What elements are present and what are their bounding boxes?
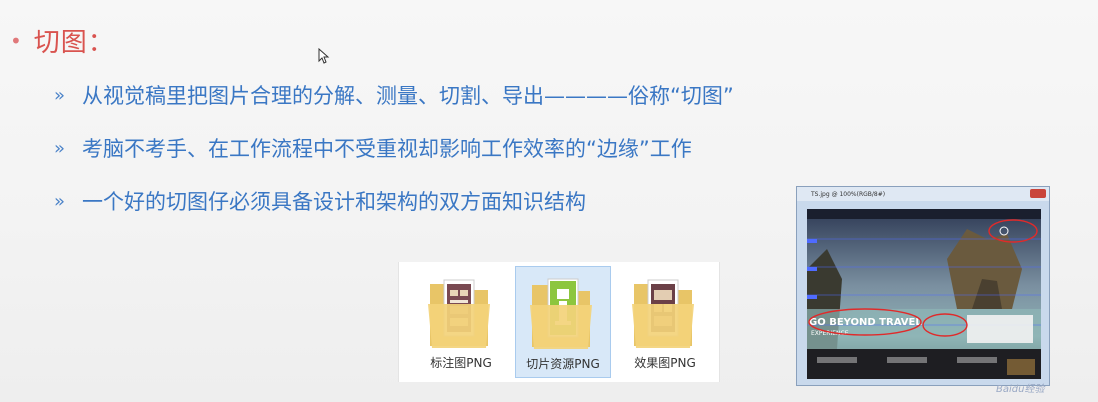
bullet-chevron: »	[54, 84, 66, 106]
bullet-chevron: »	[54, 137, 66, 159]
close-icon[interactable]	[1030, 189, 1046, 198]
landscape-design-image: GO BEYOND TRAVEL EXPERIENCE	[807, 209, 1041, 379]
bullet-dot: •	[10, 28, 22, 53]
bullet-item-2: » 考脑不考手、在工作流程中不受重视却影响工作效率的“边缘”工作	[54, 133, 692, 163]
bullet-item-3: » 一个好的切图仔必须具备设计和架构的双方面知识结构	[54, 186, 586, 216]
bullet-item-1: » 从视觉稿里把图片合理的分解、测量、切割、导出————俗称“切图”	[54, 80, 734, 110]
folder-icon	[632, 279, 694, 348]
mouse-cursor-icon	[318, 48, 330, 64]
window-title: TS.jpg @ 100%(RGB/8#)	[811, 190, 886, 198]
folder-label: 标注图PNG	[430, 356, 492, 370]
bullet-text: 一个好的切图仔必须具备设计和架构的双方面知识结构	[82, 190, 586, 214]
slide-heading: 切图：	[33, 28, 115, 58]
window-titlebar: TS.jpg @ 100%(RGB/8#)	[797, 187, 1049, 201]
heading-row: • 切图：	[10, 22, 115, 59]
bullet-text: 考脑不考手、在工作流程中不受重视却影响工作效率的“边缘”工作	[82, 137, 692, 161]
folder-slice-resources-png[interactable]: 切片资源PNG	[515, 266, 611, 378]
photoshop-window: TS.jpg @ 100%(RGB/8#) GO BEYOND TRAVEL E…	[796, 186, 1050, 386]
slide: • 切图： » 从视觉稿里把图片合理的分解、测量、切割、导出————俗称“切图”…	[0, 0, 1098, 402]
bullet-text: 从视觉稿里把图片合理的分解、测量、切割、导出————俗称“切图”	[82, 84, 734, 108]
headline-text: GO BEYOND TRAVEL	[809, 317, 922, 328]
folder-icon	[428, 279, 490, 348]
bullet-chevron: »	[54, 190, 66, 212]
folder-annotation-png[interactable]: 标注图PNG	[413, 266, 509, 378]
folder-panel: 标注图PNG 切片资源PNG 效果图PNG	[398, 262, 720, 382]
folder-label: 切片资源PNG	[526, 357, 600, 371]
folder-effect-png[interactable]: 效果图PNG	[617, 266, 713, 378]
baidu-watermark: Baidu经验	[996, 384, 1045, 395]
folder-icon	[530, 278, 592, 349]
folder-label: 效果图PNG	[634, 356, 696, 370]
